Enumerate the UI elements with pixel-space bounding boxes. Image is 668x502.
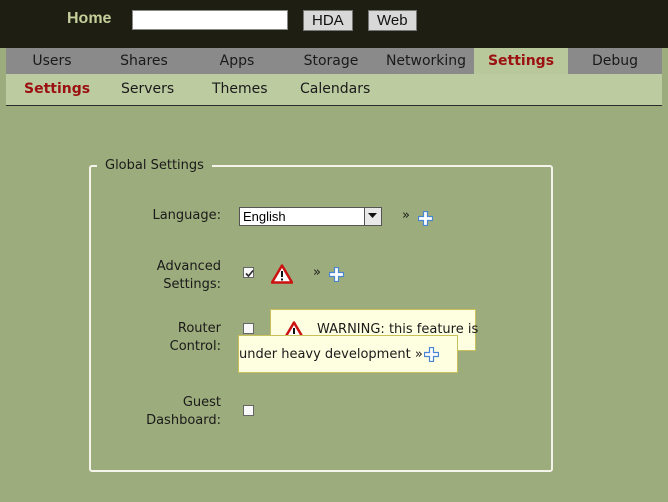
sub-tab-bar: Settings Servers Themes Calendars [6, 74, 662, 106]
global-settings-legend: Global Settings [97, 158, 212, 173]
tab-networking[interactable]: Networking [378, 48, 474, 74]
subtab-settings[interactable]: Settings [24, 74, 90, 105]
plus-icon[interactable] [424, 347, 439, 362]
checkmark-icon [245, 269, 254, 278]
router-control-label-line1: Router [177, 321, 221, 336]
advanced-settings-more-link[interactable]: » [313, 265, 321, 280]
tab-shares[interactable]: Shares [98, 48, 190, 74]
guest-dashboard-label-line1: Guest [182, 395, 221, 410]
web-button[interactable]: Web [368, 10, 417, 31]
tab-users[interactable]: Users [6, 48, 98, 74]
tab-debug[interactable]: Debug [568, 48, 662, 74]
subtab-calendars[interactable]: Calendars [300, 74, 370, 105]
subtab-servers[interactable]: Servers [121, 74, 174, 105]
dropdown-arrow-icon[interactable] [364, 208, 381, 225]
router-control-label: Router Control: [170, 320, 221, 356]
warning-tooltip-text-line2[interactable]: under heavy development » [239, 347, 423, 362]
language-label: Language: [152, 208, 221, 223]
subtab-themes[interactable]: Themes [212, 74, 268, 105]
language-select[interactable]: English [239, 207, 382, 226]
advanced-settings-checkbox[interactable] [243, 267, 254, 278]
top-bar: Home HDA Web Setup Help Apps [0, 0, 668, 48]
apps-link[interactable]: Apps [552, 40, 587, 48]
hda-button[interactable]: HDA [303, 10, 353, 31]
language-more-link[interactable]: » [402, 208, 410, 223]
tab-storage[interactable]: Storage [284, 48, 378, 74]
advanced-settings-label: Advanced Settings: [157, 258, 221, 294]
advanced-settings-label-line1: Advanced [156, 259, 221, 274]
warning-icon [271, 264, 293, 284]
tab-apps[interactable]: Apps [190, 48, 284, 74]
plus-icon[interactable] [329, 267, 344, 282]
guest-dashboard-label: Guest Dashboard: [146, 394, 221, 430]
warning-tooltip-bottom: under heavy development » [238, 335, 458, 373]
setup-link[interactable]: Setup [372, 40, 411, 48]
language-select-value: English [243, 209, 286, 224]
router-control-label-line2: Control: [169, 339, 221, 354]
router-control-checkbox[interactable] [243, 323, 254, 334]
guest-dashboard-label-line2: Dashboard: [146, 413, 221, 428]
help-link[interactable]: Help [466, 40, 496, 48]
home-link[interactable]: Home [67, 10, 111, 28]
tab-settings[interactable]: Settings [474, 48, 568, 74]
search-input[interactable] [132, 10, 288, 30]
main-tab-bar: Users Shares Apps Storage Networking Set… [6, 48, 662, 74]
plus-icon[interactable] [418, 211, 433, 226]
advanced-settings-label-line2: Settings: [163, 277, 221, 292]
guest-dashboard-checkbox[interactable] [243, 405, 254, 416]
